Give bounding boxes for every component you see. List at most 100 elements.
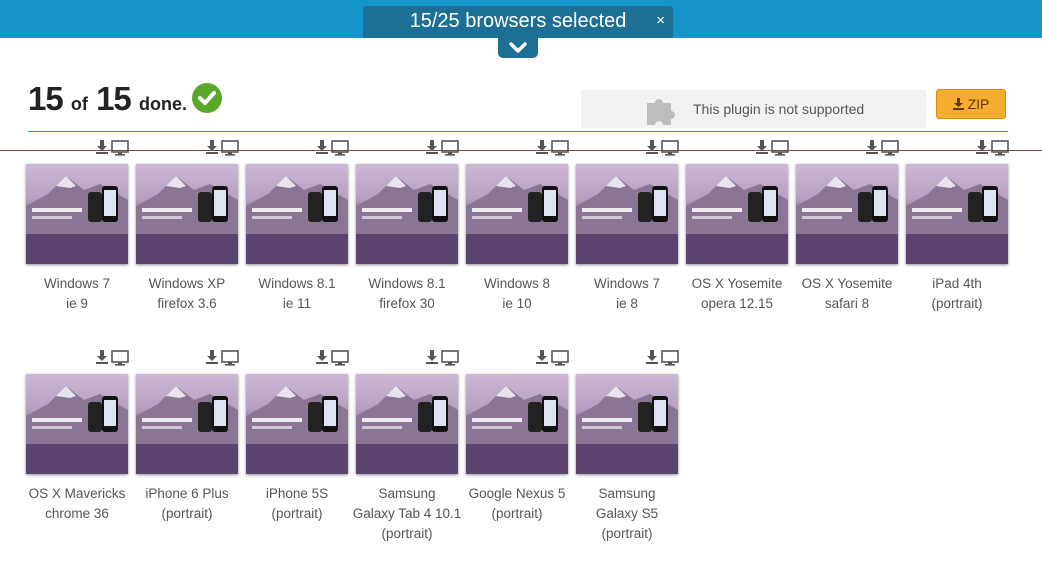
screenshot-item: Windows 8.1 firefox 30 xyxy=(356,140,466,350)
os-name: iPhone 5S xyxy=(265,486,329,501)
browser-name: ie 8 xyxy=(616,296,638,311)
monitor-icon[interactable] xyxy=(991,140,1009,158)
monitor-icon[interactable] xyxy=(331,350,349,368)
selection-summary[interactable]: 15/25 browsers selected × xyxy=(363,6,673,38)
download-icon[interactable] xyxy=(426,350,438,368)
screenshot-item: iPhone 6 Plus (portrait) xyxy=(136,350,246,560)
screenshot-thumbnail[interactable] xyxy=(576,374,678,474)
screenshot-thumbnail[interactable] xyxy=(136,164,238,264)
monitor-icon[interactable] xyxy=(551,350,569,368)
chevron-down-icon xyxy=(509,42,527,53)
browser-label: OS X Yosemite safari 8 xyxy=(790,274,904,314)
expand-selection-button[interactable] xyxy=(498,38,538,58)
monitor-icon[interactable] xyxy=(111,350,129,368)
phone-graphic xyxy=(322,186,338,222)
hero-subtext xyxy=(362,216,402,219)
download-icon[interactable] xyxy=(976,140,988,158)
download-icon[interactable] xyxy=(96,140,108,158)
hero-subtext xyxy=(472,216,512,219)
monitor-icon[interactable] xyxy=(881,140,899,158)
monitor-icon[interactable] xyxy=(441,350,459,368)
download-icon[interactable] xyxy=(206,140,218,158)
plugin-placeholder: This plugin is not supported xyxy=(581,90,926,128)
screenshot-thumbnail[interactable] xyxy=(576,164,678,264)
screenshot-thumbnail[interactable] xyxy=(466,164,568,264)
hero-text xyxy=(472,208,522,212)
download-icon[interactable] xyxy=(536,350,548,368)
browser-label: iPad 4th (portrait) xyxy=(900,274,1014,314)
monitor-icon[interactable] xyxy=(441,140,459,158)
os-name: Windows 8.1 xyxy=(258,276,336,291)
item-actions xyxy=(976,140,1009,158)
download-icon[interactable] xyxy=(316,350,328,368)
download-icon[interactable] xyxy=(866,140,878,158)
item-actions xyxy=(206,350,239,368)
browser-name: ie 10 xyxy=(502,296,532,311)
hero-subtext xyxy=(472,426,512,429)
download-icon[interactable] xyxy=(426,140,438,158)
download-icon[interactable] xyxy=(756,140,768,158)
screenshot-item: OS X Yosemite opera 12.15 xyxy=(686,140,796,350)
screenshot-item: OS X Mavericks chrome 36 xyxy=(26,350,136,560)
hero-text xyxy=(142,208,192,212)
os-name: iPad 4th xyxy=(932,276,982,291)
monitor-icon[interactable] xyxy=(661,350,679,368)
download-icon[interactable] xyxy=(646,140,658,158)
screenshot-thumbnail[interactable] xyxy=(356,164,458,264)
screenshot-thumbnail[interactable] xyxy=(26,374,128,474)
content-band xyxy=(356,444,458,474)
os-name: Samsung xyxy=(598,486,656,501)
screenshot-thumbnail[interactable] xyxy=(136,374,238,474)
hero-text xyxy=(472,418,522,422)
screenshot-thumbnail[interactable] xyxy=(246,164,348,264)
total-count: 15 xyxy=(96,80,132,117)
close-icon[interactable]: × xyxy=(656,6,665,36)
browser-label: Samsung Galaxy Tab 4 10.1 (portrait) xyxy=(350,484,464,544)
screenshot-thumbnail[interactable] xyxy=(686,164,788,264)
done-count: 15 xyxy=(28,80,64,117)
monitor-icon[interactable] xyxy=(551,140,569,158)
download-icon[interactable] xyxy=(646,350,658,368)
item-actions xyxy=(316,140,349,158)
content-band xyxy=(246,234,348,264)
phone-graphic xyxy=(872,186,888,222)
content-band xyxy=(136,234,238,264)
done-word: done. xyxy=(138,94,187,114)
monitor-icon[interactable] xyxy=(771,140,789,158)
monitor-icon[interactable] xyxy=(221,350,239,368)
screenshot-item: Windows XP firefox 3.6 xyxy=(136,140,246,350)
monitor-icon[interactable] xyxy=(661,140,679,158)
phone-graphic xyxy=(102,186,118,222)
hero-text xyxy=(32,418,82,422)
phone-graphic xyxy=(308,192,322,222)
screenshot-thumbnail[interactable] xyxy=(26,164,128,264)
screenshot-thumbnail[interactable] xyxy=(796,164,898,264)
monitor-icon[interactable] xyxy=(221,140,239,158)
screenshot-item: Samsung Galaxy Tab 4 10.1 (portrait) xyxy=(353,350,466,560)
screenshot-thumbnail[interactable] xyxy=(246,374,348,474)
browser-name: (portrait) xyxy=(931,296,983,311)
zip-label: ZIP xyxy=(967,96,990,112)
download-icon xyxy=(952,98,964,110)
download-icon[interactable] xyxy=(96,350,108,368)
phone-graphic xyxy=(542,186,558,222)
zip-download-button[interactable]: ZIP xyxy=(936,89,1006,119)
phone-graphic xyxy=(322,396,338,432)
monitor-icon[interactable] xyxy=(331,140,349,158)
content-band xyxy=(246,444,348,474)
item-actions xyxy=(426,140,459,158)
download-icon[interactable] xyxy=(316,140,328,158)
download-icon[interactable] xyxy=(206,350,218,368)
monitor-icon[interactable] xyxy=(111,140,129,158)
hero-text xyxy=(142,418,192,422)
item-actions xyxy=(96,350,129,368)
download-icon[interactable] xyxy=(536,140,548,158)
browser-label: OS X Mavericks chrome 36 xyxy=(20,484,134,524)
screenshot-item: Windows 8 ie 10 xyxy=(466,140,576,350)
os-name: iPhone 6 Plus xyxy=(145,486,229,501)
screenshot-thumbnail[interactable] xyxy=(906,164,1008,264)
content-band xyxy=(26,234,128,264)
item-actions xyxy=(646,350,679,368)
screenshot-thumbnail[interactable] xyxy=(356,374,458,474)
screenshot-thumbnail[interactable] xyxy=(466,374,568,474)
